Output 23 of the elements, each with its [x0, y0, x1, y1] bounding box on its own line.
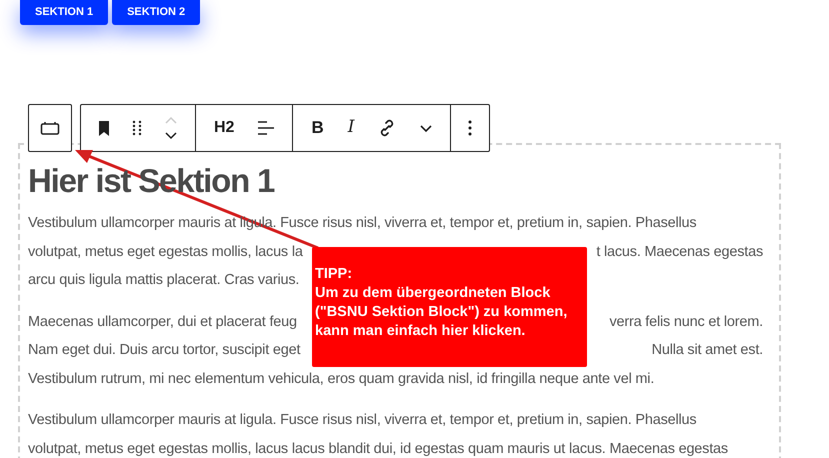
paragraph-text: Vestibulum rutrum, mi nec elementum vehicula, eros quam gravida nisl, id fringilla neque ante vel mi. — [28, 370, 654, 388]
paragraph-text: Maecenas ullamcorper, dui et placerat feug — [28, 312, 297, 332]
drag-handle-icon — [132, 120, 142, 136]
bold-button[interactable]: B — [299, 105, 336, 151]
paragraph-text: Vestibulum ullamcorper mauris at ligula. Fusce risus nisl, viverra et, tempor et, pretium in, sapien. Phasellus — [28, 411, 696, 430]
bookmark-icon — [98, 120, 110, 136]
paragraph-text: arcu quis ligula mattis placerat. Cras varius. — [28, 271, 300, 290]
paragraph-text: t lacus. Maecenas egestas — [596, 242, 763, 262]
block-icon — [40, 121, 60, 135]
more-options-icon — [468, 120, 472, 136]
italic-button[interactable]: I — [336, 105, 366, 151]
paragraph-text: volutpat, metus eget egestas mollis, lacus lacus blandit dui, id egestas quam mauris ut lacus. Maecenas egestas — [28, 440, 728, 458]
align-left-icon — [257, 120, 276, 136]
chevron-down-icon — [419, 123, 434, 133]
section-button[interactable]: SEKTION 2 — [112, 0, 200, 25]
paragraph-text: verra felis nunc et lorem. — [609, 312, 763, 332]
paragraph-text: Nam eget dui. Duis arcu tortor, suscipit eget — [28, 341, 300, 360]
tip-text: Um zu dem übergeordneten Block ("BSNU Sektion Block") zu kommen, kann man einfach hier klicken. — [315, 284, 568, 341]
paragraph-text: volutpat, metus eget egestas mollis, lacus la — [28, 242, 303, 262]
tip-title: TIPP: — [315, 265, 354, 284]
section-button[interactable]: SEKTION 1 — [20, 0, 108, 25]
paragraph-text: Nulla sit amet est. — [652, 341, 763, 360]
heading-level-button[interactable]: H2 — [202, 105, 246, 151]
